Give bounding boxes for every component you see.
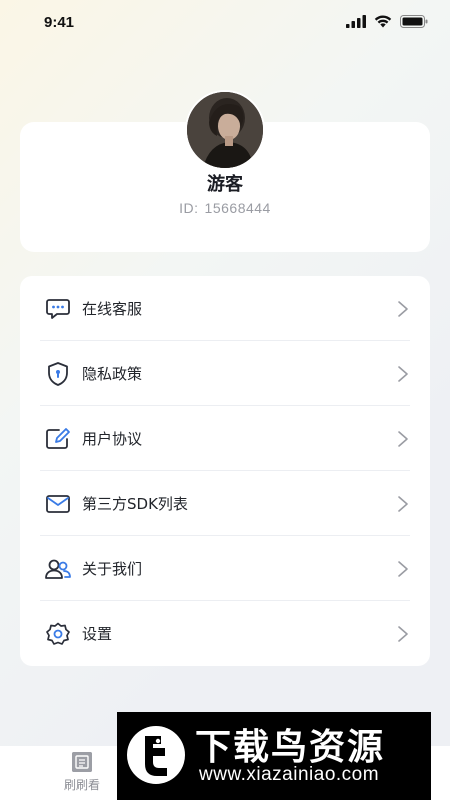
tab-shuashuakan[interactable]: 刷刷看 xyxy=(52,752,112,793)
menu-item-label: 在线客服 xyxy=(82,300,143,318)
nickname: 游客 xyxy=(207,174,243,195)
shield-icon xyxy=(44,360,72,388)
menu-item-online-service[interactable]: 在线客服 xyxy=(40,276,410,341)
menu-item-third-party-sdk[interactable]: 第三方SDK列表 xyxy=(40,471,410,536)
menu-item-label: 关于我们 xyxy=(82,560,143,578)
avatar[interactable] xyxy=(185,90,265,170)
chevron-right-icon xyxy=(398,560,408,577)
video-icon xyxy=(72,752,92,772)
menu-item-label: 用户协议 xyxy=(82,430,143,448)
menu-item-label: 设置 xyxy=(82,625,113,643)
menu-card: 在线客服 隐私政策 用户协议 第三方SDK列表 关于我们 设置 xyxy=(20,276,430,666)
users-icon xyxy=(44,555,72,583)
menu-item-label: 第三方SDK列表 xyxy=(82,495,188,513)
cellular-signal-icon xyxy=(346,15,366,28)
edit-document-icon xyxy=(44,425,72,453)
envelope-icon xyxy=(44,490,72,518)
wifi-icon xyxy=(374,15,392,28)
user-id: ID: 15668444 xyxy=(0,200,450,216)
menu-item-about-us[interactable]: 关于我们 xyxy=(40,536,410,601)
chevron-right-icon xyxy=(398,300,408,317)
watermark-banner: 下载鸟资源 www.xiazainiao.com xyxy=(117,712,431,800)
status-time: 9:41 xyxy=(44,14,75,31)
chat-icon xyxy=(44,295,72,323)
watermark-title: 下载鸟资源 xyxy=(195,727,386,768)
tab-label: 刷刷看 xyxy=(63,778,100,792)
user-id-label: ID: xyxy=(179,200,199,216)
menu-item-privacy-policy[interactable]: 隐私政策 xyxy=(40,341,410,406)
chevron-right-icon xyxy=(398,365,408,382)
menu-item-label: 隐私政策 xyxy=(82,365,143,383)
menu-item-settings[interactable]: 设置 xyxy=(40,601,410,666)
chevron-right-icon xyxy=(398,495,408,512)
user-id-value: 15668444 xyxy=(204,200,271,216)
chevron-right-icon xyxy=(398,430,408,447)
bird-logo-icon xyxy=(127,726,185,784)
battery-icon xyxy=(400,15,428,28)
menu-item-user-agreement[interactable]: 用户协议 xyxy=(40,406,410,471)
status-bar: 9:41 xyxy=(0,0,450,46)
watermark-url: www.xiazainiao.com xyxy=(199,764,380,785)
chevron-right-icon xyxy=(398,625,408,642)
status-icons xyxy=(346,15,428,28)
gear-icon xyxy=(44,620,72,648)
